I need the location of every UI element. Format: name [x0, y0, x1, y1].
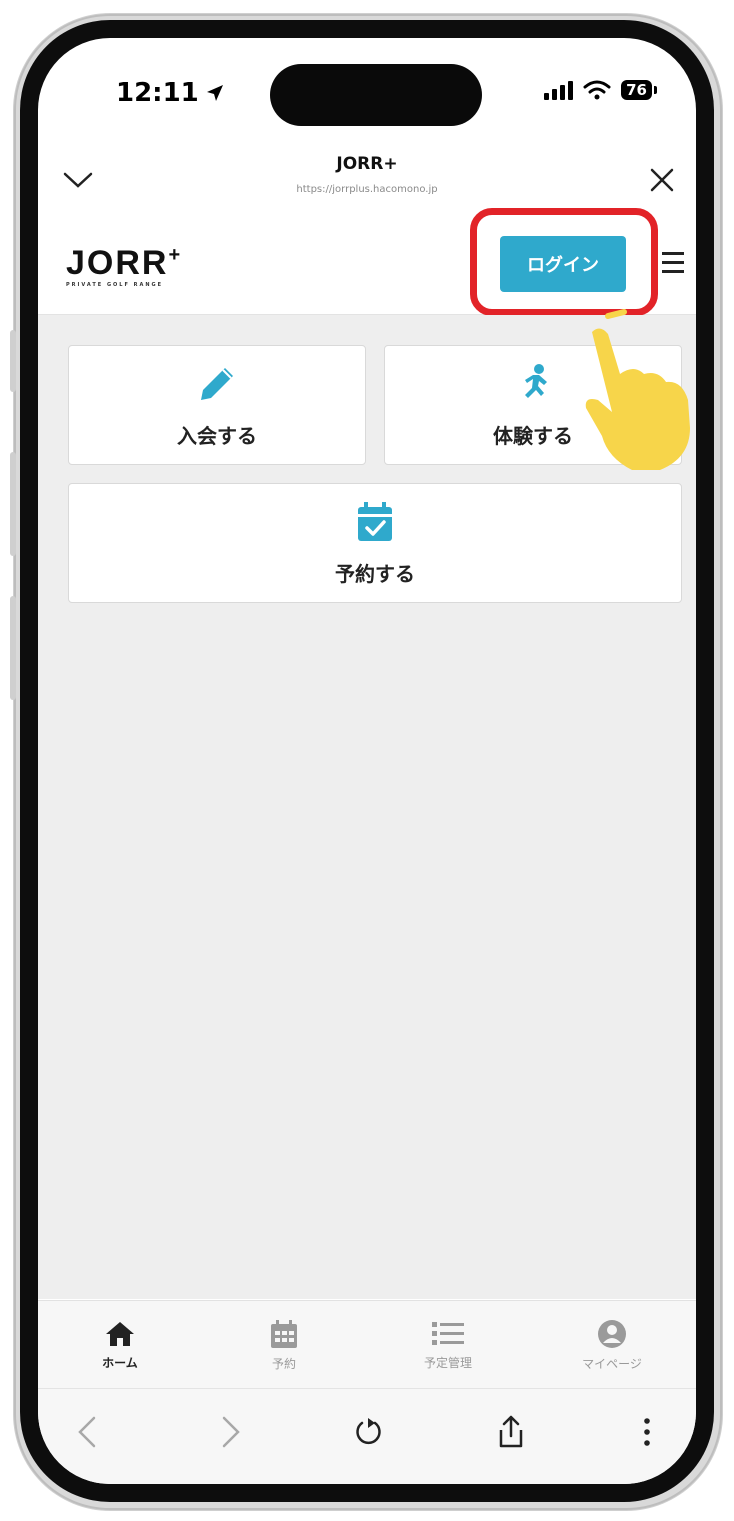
reserve-card[interactable]: 予約する: [68, 483, 682, 603]
share-button[interactable]: [486, 1407, 536, 1457]
clock: 12:11: [116, 78, 199, 108]
join-card[interactable]: 入会する: [68, 345, 366, 465]
browser-title: JORR+: [336, 154, 398, 174]
reserve-label: 予約する: [335, 561, 415, 586]
volume-down-button: [10, 596, 16, 700]
list-icon: [432, 1321, 464, 1345]
login-button[interactable]: ログイン: [500, 236, 626, 292]
share-icon: [499, 1415, 523, 1448]
forward-button[interactable]: [206, 1407, 256, 1457]
tap-hand-icon: [585, 309, 690, 470]
join-label: 入会する: [177, 423, 257, 448]
menu-line: [662, 252, 684, 255]
signal-icon: [544, 81, 574, 100]
site-tab-bar: ホーム 予約 予定管理 マイページ: [38, 1300, 696, 1389]
in-app-browser-bar: JORR+ https://jorrplus.hacomono.jp: [38, 148, 696, 217]
menu-line: [662, 261, 684, 264]
calendar-check-icon: [358, 501, 392, 541]
action-button: [10, 330, 16, 392]
volume-up-button: [10, 452, 16, 556]
back-button[interactable]: [62, 1407, 112, 1457]
running-person-icon: [525, 363, 547, 398]
tab-schedule[interactable]: 予定管理: [366, 1301, 530, 1389]
menu-line: [662, 270, 684, 273]
user-circle-icon: [598, 1319, 626, 1348]
trial-label: 体験する: [493, 423, 573, 448]
more-vertical-icon: [644, 1418, 650, 1446]
tab-mypage-label: マイページ: [582, 1356, 642, 1371]
logo-subtitle: PRIVATE GOLF RANGE: [66, 282, 164, 288]
dynamic-island: [270, 64, 482, 126]
screen: 12:11 76 JORR+ https://jorrplus.hacomono…: [38, 38, 696, 1484]
logo-text: JORR: [66, 244, 169, 282]
more-options-button[interactable]: [622, 1407, 672, 1457]
wifi-icon: [583, 80, 611, 100]
tab-home[interactable]: ホーム: [38, 1301, 202, 1389]
pencil-icon: [201, 367, 233, 400]
calendar-icon: [271, 1319, 297, 1348]
tab-mypage[interactable]: マイページ: [530, 1301, 694, 1389]
tab-reservation[interactable]: 予約: [202, 1301, 366, 1389]
status-time: 12:11: [116, 78, 225, 108]
browser-toolbar: [38, 1388, 696, 1484]
tab-schedule-label: 予定管理: [423, 1355, 472, 1370]
tab-reservation-label: 予約: [271, 1356, 296, 1371]
home-icon: [106, 1321, 134, 1346]
site-header: JORR+ PRIVATE GOLF RANGE ログイン: [38, 208, 696, 316]
menu-button[interactable]: [662, 252, 684, 279]
tab-home-label: ホーム: [102, 1355, 138, 1370]
chevron-left-icon: [78, 1416, 96, 1448]
logo-plus: +: [168, 244, 183, 266]
browser-url: https://jorrplus.hacomono.jp: [296, 184, 438, 195]
jorr-logo[interactable]: JORR+ PRIVATE GOLF RANGE: [66, 244, 183, 288]
chevron-right-icon: [222, 1416, 240, 1448]
reload-icon: [356, 1418, 381, 1445]
status-indicators: 76: [543, 80, 657, 100]
close-browser-button[interactable]: [642, 160, 682, 200]
logo-wordmark: JORR+: [66, 244, 183, 282]
location-arrow-icon: [206, 85, 223, 101]
reload-button[interactable]: [344, 1407, 394, 1457]
battery-indicator: 76: [621, 80, 657, 100]
close-icon: [650, 168, 674, 192]
